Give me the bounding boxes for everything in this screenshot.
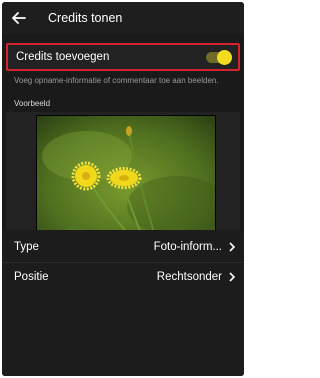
credits-toggle-row[interactable]: Credits toevoegen — [6, 43, 240, 71]
position-value: Rechtsonder — [156, 271, 222, 283]
type-setting-row[interactable]: Type Foto-inform... — [2, 232, 244, 262]
settings-list: Type Foto-inform... Positie Rechtsonder — [2, 230, 244, 376]
top-app-bar: Credits tonen — [2, 2, 244, 34]
preview-label: Voorbeeld — [14, 99, 51, 108]
preview-panel: Nikon D3500 · 18-55mm · f/5.6 · 1/250s — [6, 112, 240, 247]
credits-description: Voeg opname-informatie of commentaar toe… — [14, 76, 219, 85]
page-title: Credits tonen — [48, 11, 123, 25]
type-label: Type — [14, 241, 39, 253]
chevron-right-icon — [229, 272, 236, 282]
credits-toggle-switch[interactable] — [206, 50, 232, 65]
credits-toggle-label: Credits toevoegen — [16, 51, 110, 63]
toggle-knob — [217, 50, 232, 65]
type-value: Foto-inform... — [153, 241, 222, 253]
preview-photo: Nikon D3500 · 18-55mm · f/5.6 · 1/250s — [36, 115, 216, 247]
position-setting-row[interactable]: Positie Rechtsonder — [2, 262, 244, 292]
chevron-right-icon — [229, 242, 236, 252]
arrow-left-icon[interactable] — [10, 9, 28, 27]
position-label: Positie — [14, 271, 49, 283]
app-screen: Credits tonen Credits toevoegen Voeg opn… — [2, 2, 244, 376]
